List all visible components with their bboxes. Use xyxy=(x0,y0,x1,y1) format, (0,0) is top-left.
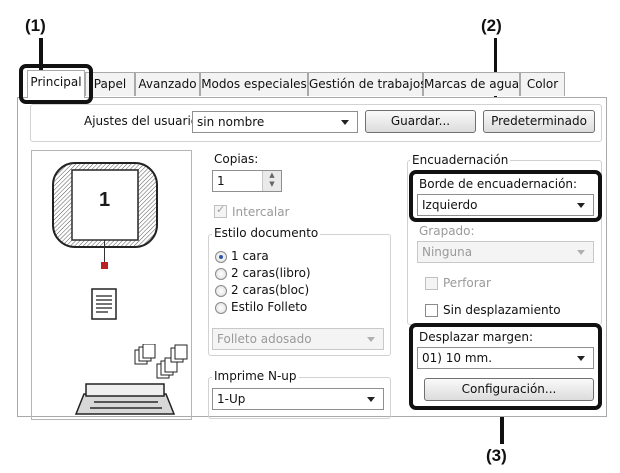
chevron-down-icon xyxy=(577,203,585,208)
stapling-select[interactable]: Ninguna xyxy=(417,241,594,263)
tab-modos-especiales[interactable]: Modos especiales xyxy=(200,72,308,96)
n-up-select[interactable]: 1-Up xyxy=(212,388,384,410)
chevron-down-icon xyxy=(341,120,349,125)
margin-shift-value: 01) 10 mm. xyxy=(422,351,493,365)
collate-checkbox[interactable] xyxy=(214,203,227,218)
tab-principal[interactable]: Principal xyxy=(27,70,85,98)
user-settings-select[interactable]: sin nombre xyxy=(192,111,358,133)
configuration-button[interactable]: Configuración... xyxy=(424,378,594,401)
radio-estilo-folleto[interactable] xyxy=(215,302,227,314)
chevron-down-icon xyxy=(367,397,375,402)
printer-icon xyxy=(70,380,180,419)
punch-label: Perforar xyxy=(443,276,491,290)
no-offset-checkbox[interactable] xyxy=(425,304,438,317)
save-button[interactable]: Guardar... xyxy=(365,110,476,133)
binding-edge-value: Izquierdo xyxy=(422,198,478,212)
document-icon xyxy=(91,288,117,323)
margin-shift-select[interactable]: 01) 10 mm. xyxy=(417,347,594,369)
document-style-title: Estilo documento xyxy=(212,226,321,240)
option-2-caras-bloc: 2 caras(bloc) xyxy=(231,283,310,297)
tab-avanzado[interactable]: Avanzado xyxy=(135,72,200,96)
radio-1-cara[interactable] xyxy=(215,251,227,263)
booklet-select[interactable]: Folleto adosado xyxy=(212,328,384,350)
default-button[interactable]: Predeterminado xyxy=(483,110,595,133)
chevron-down-icon xyxy=(577,250,585,255)
copies-label: Copias: xyxy=(214,152,259,166)
radio-2-caras-libro[interactable] xyxy=(215,268,227,280)
stapling-value: Ninguna xyxy=(422,245,473,259)
spin-down-icon[interactable]: ▼ xyxy=(263,180,281,189)
no-offset-label: Sin desplazamiento xyxy=(443,303,561,317)
output-stack-icon xyxy=(131,343,189,383)
callout-2: (2) xyxy=(481,16,502,35)
binding-edge-label: Borde de encuadernación: xyxy=(419,177,578,191)
binding-edge-select[interactable]: Izquierdo xyxy=(417,194,594,216)
stapling-label: Grapado: xyxy=(419,224,475,238)
tab-marcas-agua[interactable]: Marcas de agua xyxy=(423,72,520,96)
tab-papel[interactable]: Papel xyxy=(85,72,135,96)
user-settings-label: Ajustes del usuario: xyxy=(84,114,203,128)
radio-2-caras-bloc[interactable] xyxy=(215,285,227,297)
option-2-caras-libro: 2 caras(libro) xyxy=(231,266,311,280)
copies-value: 1 xyxy=(217,174,225,188)
copies-spinner[interactable]: ▲ ▼ xyxy=(262,171,281,191)
chevron-down-icon xyxy=(367,337,375,342)
spin-up-icon[interactable]: ▲ xyxy=(263,171,281,180)
tab-color[interactable]: Color xyxy=(520,72,565,96)
callout-1: (1) xyxy=(25,16,46,35)
booklet-value: Folleto adosado xyxy=(217,332,312,346)
margin-shift-label: Desplazar margen: xyxy=(419,330,533,344)
collate-label: Intercalar xyxy=(232,205,290,219)
n-up-value: 1-Up xyxy=(217,392,246,406)
callout-1-leader xyxy=(39,38,43,72)
n-up-title: Imprime N-up xyxy=(212,369,299,383)
binding-group-title: Encuadernación xyxy=(410,153,511,167)
option-1-cara: 1 cara xyxy=(231,249,269,263)
page-number: 1 xyxy=(99,189,111,211)
option-estilo-folleto: Estilo Folleto xyxy=(231,300,308,314)
tab-gestion-trabajos[interactable]: Gestión de trabajos xyxy=(308,72,426,96)
punch-checkbox[interactable] xyxy=(425,277,438,290)
connector-dot xyxy=(101,262,108,269)
chevron-down-icon xyxy=(577,356,585,361)
callout-3: (3) xyxy=(486,446,507,465)
user-settings-value: sin nombre xyxy=(197,115,265,129)
